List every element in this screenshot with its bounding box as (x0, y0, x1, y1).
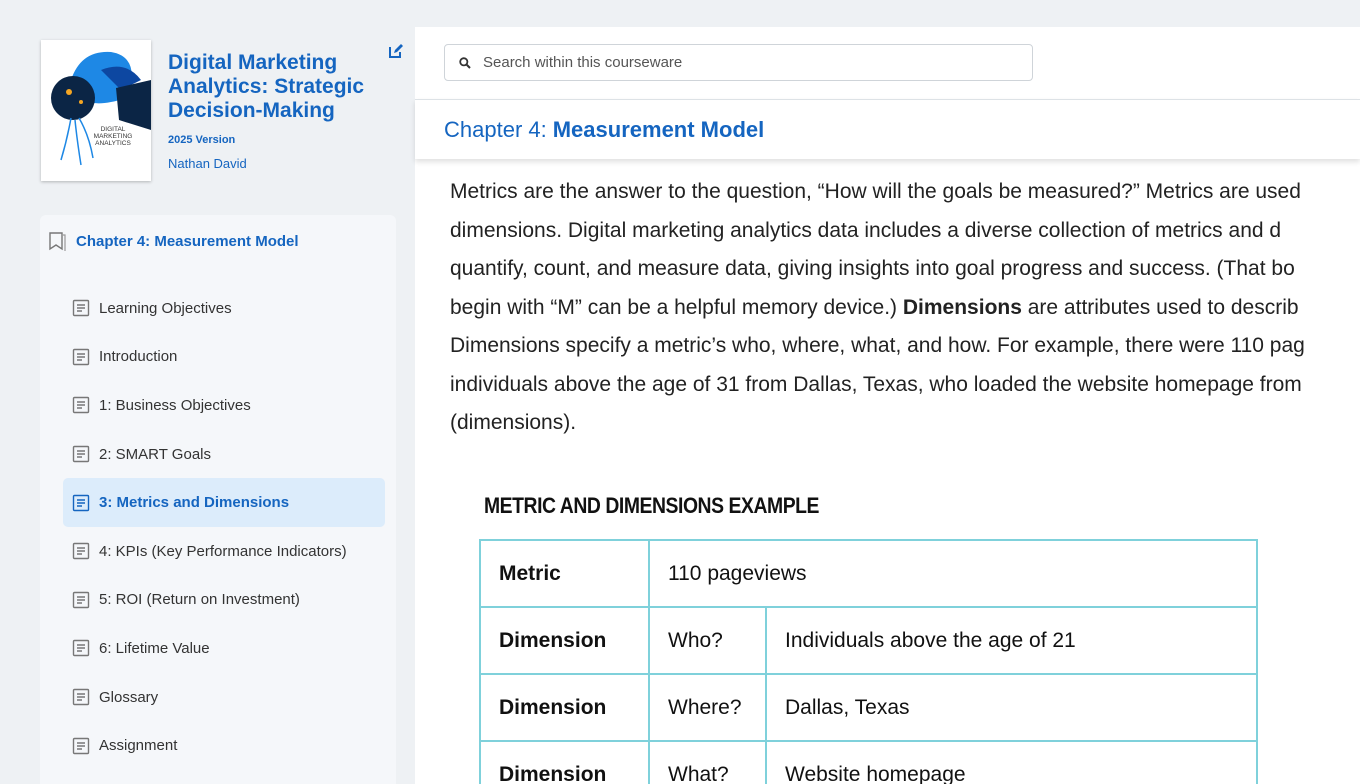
content-line: begin with “M” can be a helpful memory d… (450, 289, 1360, 328)
chapter-prefix: Chapter 4: (444, 116, 547, 142)
document-icon (72, 591, 90, 609)
document-icon (72, 300, 90, 317)
toc-item-label: 6: Lifetime Value (99, 639, 210, 657)
toc-item[interactable]: 1: Business Objectives (63, 381, 385, 430)
bold-term: Dimensions (902, 295, 1022, 319)
table-title: METRIC AND DIMENSIONS EXAMPLE (484, 493, 820, 518)
dimension-value: Individuals above the age of 21 (765, 606, 1258, 675)
table-row: Dimension What? Website homepage (479, 740, 1258, 784)
table-row: Dimension Who? Individuals above the age o… (479, 606, 1258, 675)
bookmark-icon (49, 232, 66, 251)
toc-chapter-header[interactable]: Chapter 4: Measurement Model (48, 231, 299, 251)
toc-item-label: 1: Business Objectives (99, 396, 251, 414)
content-line: Dimensions specify a metric’s who, where… (450, 334, 1305, 357)
document-icon (72, 397, 90, 414)
dimension-label: Dimension (479, 606, 650, 675)
toc-list: Learning Objectives Introduction 1: Busine… (63, 284, 385, 770)
book-cover[interactable]: DIGITAL MARKETING ANALYTICS (41, 40, 151, 181)
cover-text-1: DIGITAL (101, 126, 126, 133)
dimension-question: Who? (648, 606, 767, 675)
toc-item-label: 4: KPIs (Key Performance Indicators) (99, 542, 347, 560)
dimension-label: Dimension (479, 673, 650, 742)
book-version: 2025 Version (168, 134, 236, 146)
document-icon (72, 445, 90, 463)
chapter-title: Measurement Model (552, 116, 765, 142)
edit-icon[interactable] (389, 44, 403, 58)
main-content: Chapter 4: Measurement Model Metrics are… (415, 27, 1360, 784)
metric-value: 110 pageviews (648, 539, 1258, 608)
book-title[interactable]: Digital Marketing Analytics: Strategic D… (168, 51, 383, 123)
content-line: individuals above the age of 31 from Dal… (450, 372, 1302, 396)
document-icon (72, 640, 90, 657)
dimension-question: What? (648, 740, 767, 784)
search-input[interactable] (483, 54, 1003, 71)
dimension-label: Dimension (479, 740, 650, 784)
content-line: (dimensions). (450, 411, 577, 434)
table-row: Metric 110 pageviews (479, 539, 1258, 608)
toc-item-label: Assignment (99, 737, 178, 755)
toc-item[interactable]: Learning Objectives (63, 284, 385, 333)
document-icon (72, 543, 90, 560)
toc-item-label: Glossary (99, 688, 159, 706)
toc-item[interactable]: Assignment (63, 721, 385, 770)
toc-item[interactable]: Introduction (63, 333, 385, 382)
content-line: quantify, count, and measure data, givin… (450, 257, 1295, 280)
table-row: Dimension Where? Dallas, Texas (479, 673, 1258, 742)
chapter-header: Chapter 4: Measurement Model (415, 99, 1360, 159)
book-author[interactable]: Nathan David (168, 156, 247, 171)
content-paragraph: Metrics are the answer to the question, … (450, 173, 1360, 443)
book-info: DIGITAL MARKETING ANALYTICS Digital Mark… (41, 40, 403, 185)
cover-text-3: ANALYTICS (95, 140, 131, 147)
search-icon (459, 56, 471, 69)
document-icon (72, 348, 90, 366)
content-text: are attributes used to describ (1021, 295, 1299, 319)
toc-item[interactable]: 4: KPIs (Key Performance Indicators) (63, 527, 385, 576)
sidebar: DIGITAL MARKETING ANALYTICS Digital Mark… (0, 0, 415, 784)
search-box[interactable] (444, 44, 1033, 81)
dimension-value: Dallas, Texas (765, 673, 1258, 742)
metric-label: Metric (479, 539, 650, 608)
dimension-value: Website homepage (765, 740, 1258, 784)
cover-text-2: MARKETING (94, 133, 133, 140)
document-icon (72, 737, 90, 754)
content-line: dimensions. Digital marketing analytics … (450, 218, 1282, 242)
toc-item[interactable]: 3: Metrics and Dimensions (63, 478, 385, 527)
toc-item-label: 3: Metrics and Dimensions (99, 494, 290, 512)
content-text: begin with “M” can be a helpful memory d… (450, 295, 903, 319)
toc-item-label: 5: ROI (Return on Investment) (99, 591, 300, 609)
dimension-question: Where? (648, 673, 767, 742)
toc-item[interactable]: 6: Lifetime Value (63, 624, 385, 673)
table-of-contents: Chapter 4: Measurement Model Learning Ob… (40, 215, 396, 784)
toc-item[interactable]: Glossary (63, 673, 385, 722)
toc-chapter-label: Chapter 4: Measurement Model (76, 232, 299, 250)
toc-item-label: Introduction (99, 348, 178, 366)
metric-dimensions-table: Metric 110 pageviews Dimension Who? Indivi… (479, 539, 1258, 784)
toc-item-label: Learning Objectives (99, 299, 232, 317)
document-icon (72, 494, 90, 511)
toc-item[interactable]: 2: SMART Goals (63, 430, 385, 479)
toc-item[interactable]: 5: ROI (Return on Investment) (63, 576, 385, 625)
document-icon (72, 688, 90, 706)
content-line: Metrics are the answer to the question, … (450, 180, 1301, 203)
toc-item-label: 2: SMART Goals (99, 445, 211, 463)
book-cover-art: DIGITAL MARKETING ANALYTICS (41, 40, 151, 181)
